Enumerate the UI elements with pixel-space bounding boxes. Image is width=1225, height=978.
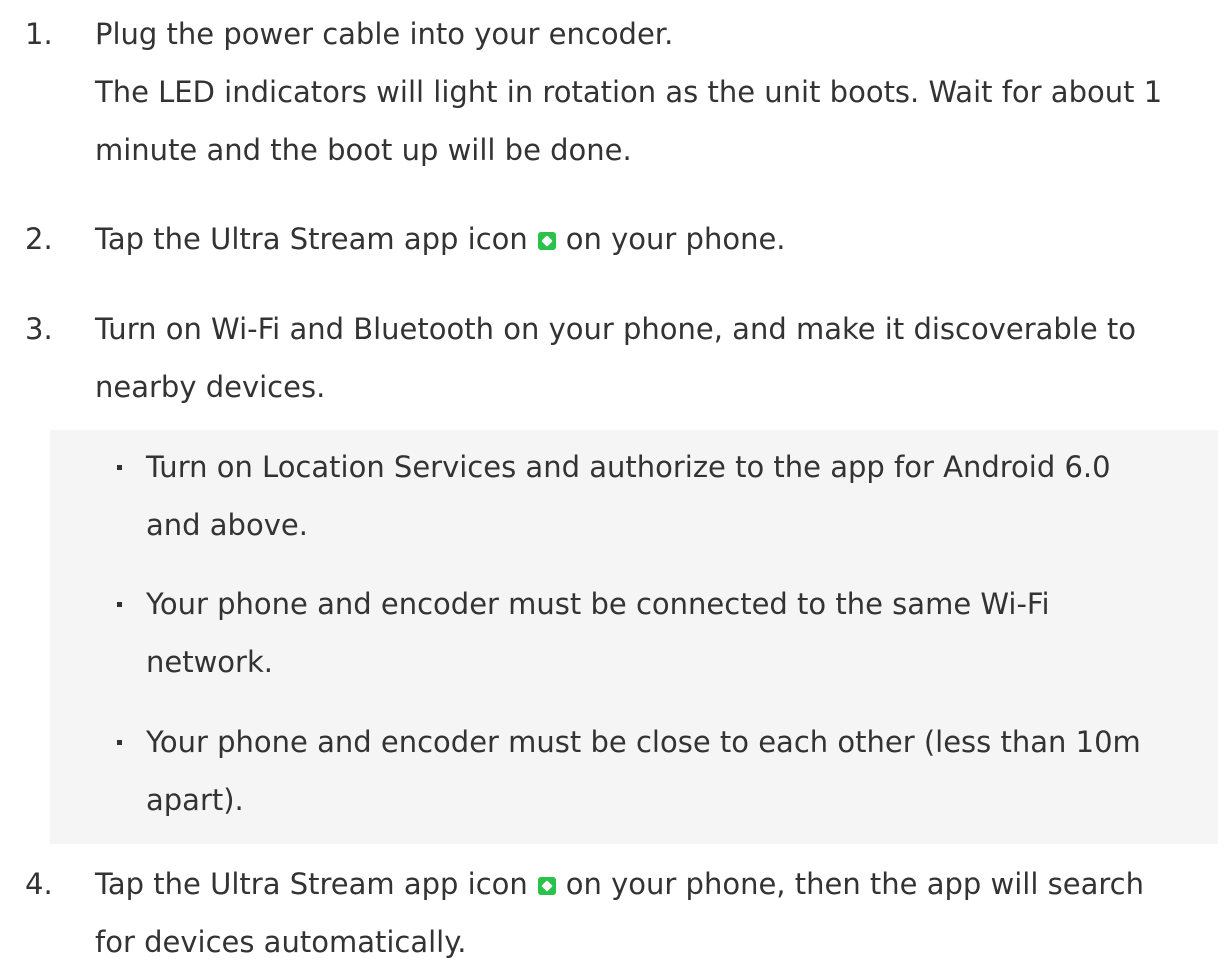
bullet-icon — [117, 740, 122, 745]
note-text: Your phone and encoder must be connected… — [146, 575, 1206, 691]
bullet-icon — [117, 602, 122, 607]
step-text-before-icon: Tap the Ultra Stream app icon — [95, 222, 528, 256]
step-number: 4. — [25, 867, 53, 901]
note-text: Turn on Location Services and authorize … — [146, 438, 1206, 554]
step-line: The LED indicators will light in rotatio… — [95, 75, 1163, 109]
step-number: 2. — [25, 222, 53, 256]
step-text-after-icon: on your phone, then the app will search — [565, 867, 1144, 901]
note-line: network. — [146, 645, 273, 679]
notes-box: Turn on Location Services and authorize … — [50, 430, 1218, 844]
note-line: and above. — [146, 508, 308, 542]
step-number: 1. — [25, 17, 53, 51]
step-text: Turn on Wi-Fi and Bluetooth on your phon… — [95, 300, 1205, 416]
step-line: minute and the boot up will be done. — [95, 133, 632, 167]
step-line: Tap the Ultra Stream app icon on your pho… — [95, 210, 1205, 268]
app-icon — [537, 232, 556, 250]
note-line: apart). — [146, 783, 244, 817]
note-line: Turn on Location Services and authorize … — [146, 450, 1111, 484]
bullet-icon — [117, 465, 122, 470]
step-text-after-icon: on your phone. — [565, 222, 786, 256]
step-line: Plug the power cable into your encoder. — [95, 17, 674, 51]
step-text: Tap the Ultra Stream app icon on your pho… — [95, 210, 1205, 268]
step-line: Turn on Wi-Fi and Bluetooth on your phon… — [95, 312, 1137, 346]
step-text: Tap the Ultra Stream app icon on your pho… — [95, 855, 1205, 971]
note-line: Your phone and encoder must be connected… — [146, 587, 1050, 621]
note-line: Your phone and encoder must be close to … — [146, 725, 1141, 759]
step-line: for devices automatically. — [95, 925, 467, 959]
step-text-before-icon: Tap the Ultra Stream app icon — [95, 867, 528, 901]
note-text: Your phone and encoder must be close to … — [146, 713, 1206, 829]
app-icon — [537, 877, 556, 895]
step-number: 3. — [25, 312, 53, 346]
step-line: nearby devices. — [95, 370, 326, 404]
step-text: Plug the power cable into your encoder. … — [95, 5, 1205, 179]
step-line: Tap the Ultra Stream app icon on your pho… — [95, 855, 1205, 913]
